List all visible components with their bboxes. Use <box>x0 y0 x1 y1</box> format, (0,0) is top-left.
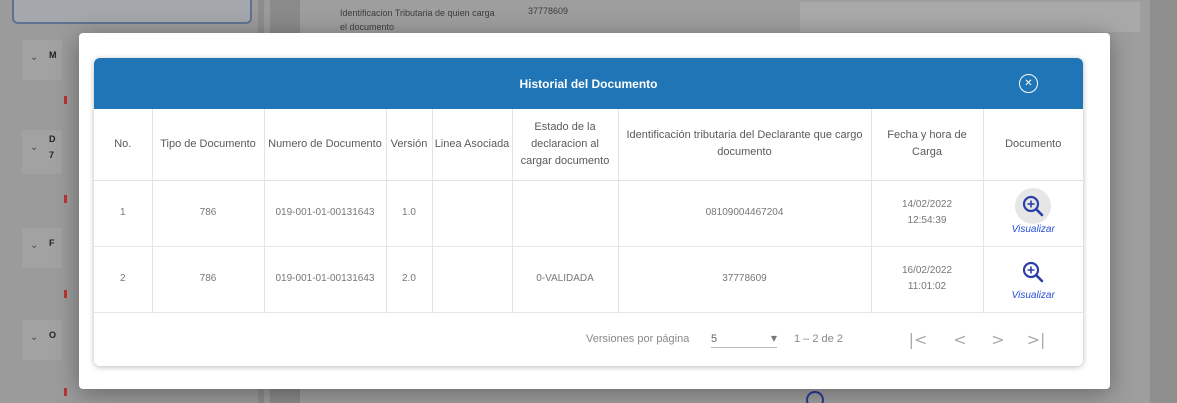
cell-version: 2.0 <box>386 246 433 312</box>
background-field-value: 37778609 <box>528 6 569 16</box>
cell-no: 2 <box>94 246 153 312</box>
fecha-time: 11:01:02 <box>907 281 947 292</box>
background-input-box <box>12 0 252 24</box>
cell-identificacion: 37778609 <box>618 246 872 312</box>
red-marker <box>64 290 67 298</box>
cell-linea <box>432 246 513 312</box>
column-header-fecha: Fecha y hora de Carga <box>871 109 984 180</box>
modal-title: Historial del Documento <box>519 76 658 91</box>
chevron-down-icon: ⌄ <box>30 52 39 63</box>
cell-documento: Visualizar <box>983 246 1083 312</box>
column-header-numero: Numero de Documento <box>264 109 387 180</box>
view-document-button[interactable]: Visualizar <box>1012 254 1055 304</box>
chevron-down-icon: ⌄ <box>30 240 39 251</box>
table-row: 2 786 019-001-01-00131643 2.0 0-VALIDADA… <box>94 246 1083 312</box>
cell-fecha: 14/02/2022 12:54:39 <box>871 180 984 246</box>
background-field-label: Identificacion Tributaria de quien carga… <box>340 8 495 32</box>
fecha-date: 16/02/2022 <box>901 265 953 276</box>
chevron-down-icon: ⌄ <box>30 332 39 343</box>
previous-page-icon[interactable]: < <box>949 329 971 349</box>
background-accordion-2: ⌄ D 7 <box>22 130 62 174</box>
column-header-estado: Estado de la declaracion al cargar docum… <box>512 109 619 180</box>
next-page-icon[interactable]: > <box>987 329 1009 349</box>
cell-version: 1.0 <box>386 180 433 246</box>
first-page-icon[interactable]: |< <box>907 329 929 349</box>
table-paginator: Versiones por página 5 ▼ 1 – 2 de 2 |< <… <box>94 312 1083 366</box>
per-page-label: Versiones por página <box>586 333 690 345</box>
cell-fecha: 16/02/2022 11:01:02 <box>871 246 984 312</box>
dropdown-arrow-icon: ▼ <box>770 334 777 343</box>
column-header-version: Versión <box>386 109 433 180</box>
page-range-label: 1 – 2 de 2 <box>794 333 843 345</box>
document-history-modal: Historial del Documento ✕ No. Tipo de Do… <box>79 33 1110 389</box>
accordion-digit: 7 <box>49 150 55 160</box>
column-header-tipo: Tipo de Documento <box>152 109 265 180</box>
red-marker <box>64 388 67 396</box>
cell-tipo: 786 <box>152 180 265 246</box>
cell-identificacion: 08109004467204 <box>618 180 872 246</box>
cell-estado: 0-VALIDADA <box>512 246 619 312</box>
background-header-band <box>800 2 1140 32</box>
history-table: No. Tipo de Documento Numero de Document… <box>94 109 1083 313</box>
cell-documento: Visualizar <box>983 180 1083 246</box>
per-page-value: 5 <box>711 332 718 345</box>
close-circle-icon[interactable]: ✕ <box>1019 74 1038 93</box>
cell-estado <box>512 180 619 246</box>
accordion-letter: D <box>49 134 56 144</box>
per-page-select[interactable]: 5 ▼ <box>711 330 777 348</box>
fecha-date: 14/02/2022 <box>901 199 953 210</box>
background-accordion-4: ⌄ O <box>22 320 62 360</box>
column-header-documento: Documento <box>1005 137 1062 150</box>
view-document-link[interactable]: Visualizar <box>1012 222 1055 238</box>
table-row: 1 786 019-001-01-00131643 1.0 0810900446… <box>94 180 1083 246</box>
fecha-time: 12:54:39 <box>907 215 947 226</box>
last-page-icon[interactable]: >| <box>1025 329 1047 349</box>
cell-numero: 019-001-01-00131643 <box>264 246 387 312</box>
background-accordion-1: ⌄ M <box>22 40 62 80</box>
background-accordion-3: ⌄ F <box>22 228 62 268</box>
red-marker <box>64 195 67 203</box>
column-header-linea: Linea Asociada <box>432 109 513 180</box>
view-document-button[interactable]: Visualizar <box>1012 188 1055 238</box>
accordion-letter: M <box>49 50 57 60</box>
column-header-identificacion: Identificación tributaria del Declarante… <box>618 109 872 180</box>
table-header-row: No. Tipo de Documento Numero de Document… <box>94 109 1083 180</box>
cell-tipo: 786 <box>152 246 265 312</box>
cell-linea <box>432 180 513 246</box>
accordion-letter: F <box>49 238 55 248</box>
chevron-down-icon: ⌄ <box>30 142 39 153</box>
modal-header: Historial del Documento ✕ <box>94 58 1083 109</box>
red-marker <box>64 96 67 104</box>
accordion-letter: O <box>49 330 57 340</box>
zoom-in-icon[interactable] <box>1015 254 1051 290</box>
column-header-no: No. <box>94 109 153 180</box>
cell-no: 1 <box>94 180 153 246</box>
background-right-panel <box>1150 0 1177 403</box>
zoom-in-icon <box>806 391 824 403</box>
document-history-card: Historial del Documento ✕ No. Tipo de Do… <box>94 58 1083 366</box>
cell-numero: 019-001-01-00131643 <box>264 180 387 246</box>
view-document-link[interactable]: Visualizar <box>1012 288 1055 304</box>
zoom-in-icon[interactable] <box>1015 188 1052 224</box>
